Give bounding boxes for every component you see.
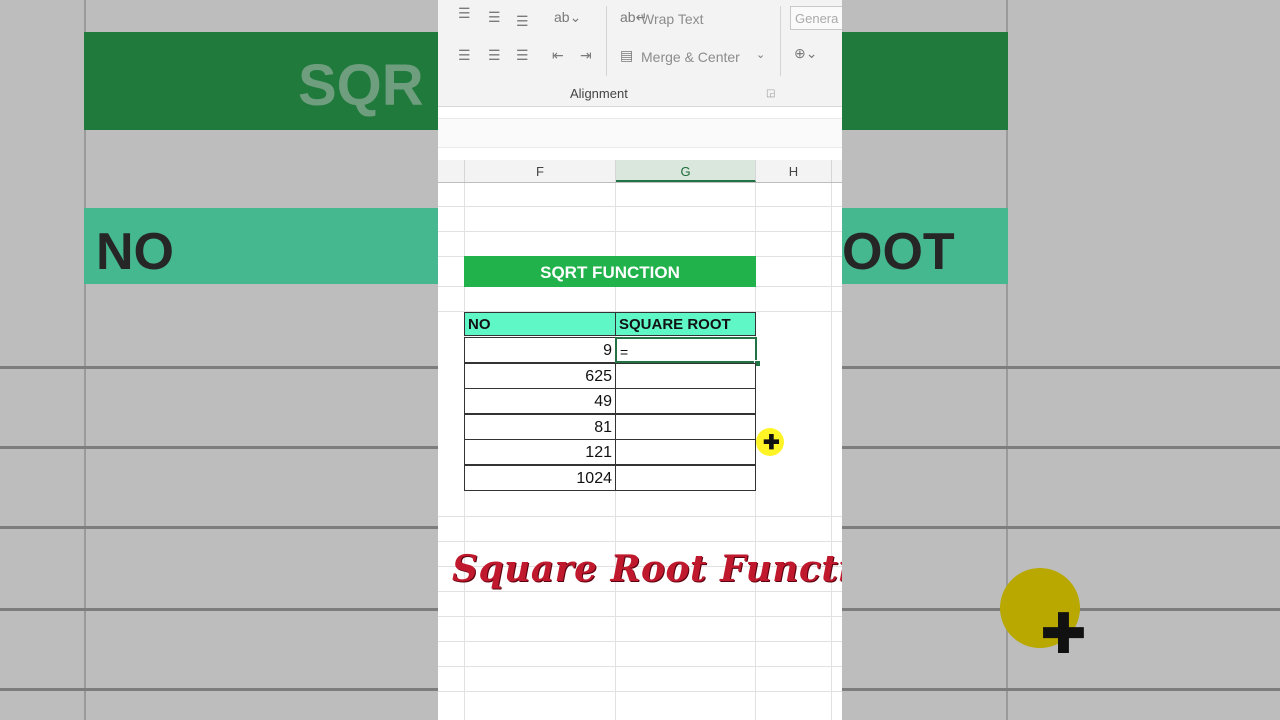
- table-row-result-cell[interactable]: [615, 465, 756, 491]
- table-row-no-cell[interactable]: 81: [464, 414, 616, 440]
- ribbon-separator: [780, 6, 781, 76]
- gridline: [438, 541, 842, 542]
- merge-center-icon[interactable]: ▤: [620, 48, 633, 62]
- column-header-f[interactable]: F: [465, 160, 616, 182]
- table-row-result-cell[interactable]: [615, 439, 756, 465]
- currency-format-icon[interactable]: ⊕⌄: [794, 46, 817, 60]
- table-row-no-cell[interactable]: 49: [464, 388, 616, 414]
- align-middle-icon[interactable]: ☰: [488, 10, 501, 24]
- gridline: [438, 516, 842, 517]
- ribbon-separator: [606, 6, 607, 76]
- excel-window: ☰ ☰ ☰ ab⌄ ab↵ Wrap Text ☰ ☰ ☰ ⇤ ⇥ ▤ Merg…: [438, 0, 842, 720]
- decrease-indent-icon[interactable]: ⇤: [552, 48, 564, 62]
- column-headers: F G H: [438, 160, 842, 183]
- align-top-icon[interactable]: ☰: [458, 6, 471, 20]
- gridline: [438, 616, 842, 617]
- table-row-no-cell[interactable]: 121: [464, 439, 616, 465]
- gridline: [438, 591, 842, 592]
- header-no-cell[interactable]: NO: [464, 312, 616, 336]
- wrap-text-button[interactable]: Wrap Text: [641, 11, 704, 27]
- orientation-icon[interactable]: ab⌄: [554, 10, 581, 24]
- column-header-h[interactable]: H: [756, 160, 832, 182]
- bg-header-left: NO: [96, 223, 174, 281]
- table-row-no-cell[interactable]: 9: [464, 337, 616, 363]
- active-cell-g4[interactable]: =: [615, 337, 757, 363]
- bg-header-right: OOT: [842, 223, 955, 281]
- sqrt-title-cell[interactable]: SQRT FUNCTION: [464, 256, 756, 287]
- select-all-corner[interactable]: [438, 160, 465, 182]
- ribbon-alignment-group: ☰ ☰ ☰ ab⌄ ab↵ Wrap Text ☰ ☰ ☰ ⇤ ⇥ ▤ Merg…: [438, 0, 842, 107]
- alignment-group-label: Alignment: [570, 86, 628, 101]
- table-row-result-cell[interactable]: [615, 388, 756, 414]
- formula-bar[interactable]: [438, 118, 842, 148]
- table-row-no-cell[interactable]: 1024: [464, 465, 616, 491]
- gridline: [438, 666, 842, 667]
- align-right-icon[interactable]: ☰: [516, 48, 529, 62]
- increase-indent-icon[interactable]: ⇥: [580, 48, 592, 62]
- align-center-icon[interactable]: ☰: [488, 48, 501, 62]
- align-bottom-icon[interactable]: ☰: [516, 14, 529, 28]
- bg-cursor-icon: ✚: [1040, 602, 1087, 665]
- dialog-launcher-icon[interactable]: ◲: [766, 88, 775, 99]
- bg-title-text: SQR: [298, 53, 424, 118]
- video-caption: Square Root Function: [452, 548, 842, 590]
- cell-cursor-icon: ✚: [763, 432, 780, 454]
- gridline: [438, 206, 842, 207]
- table-row-no-cell[interactable]: 625: [464, 363, 616, 389]
- gridline: [438, 641, 842, 642]
- header-square-root-cell[interactable]: SQUARE ROOT: [615, 312, 756, 336]
- table-row-result-cell[interactable]: [615, 414, 756, 440]
- merge-dropdown-icon[interactable]: ⌄: [756, 50, 765, 61]
- merge-center-button[interactable]: Merge & Center: [641, 49, 740, 65]
- table-row-result-cell[interactable]: [615, 363, 756, 389]
- gridline: [438, 231, 842, 232]
- column-header-g[interactable]: G: [616, 160, 756, 182]
- align-left-icon[interactable]: ☰: [458, 48, 471, 62]
- gridline: [831, 183, 832, 720]
- number-format-select[interactable]: Genera: [790, 6, 842, 30]
- gridline: [438, 691, 842, 692]
